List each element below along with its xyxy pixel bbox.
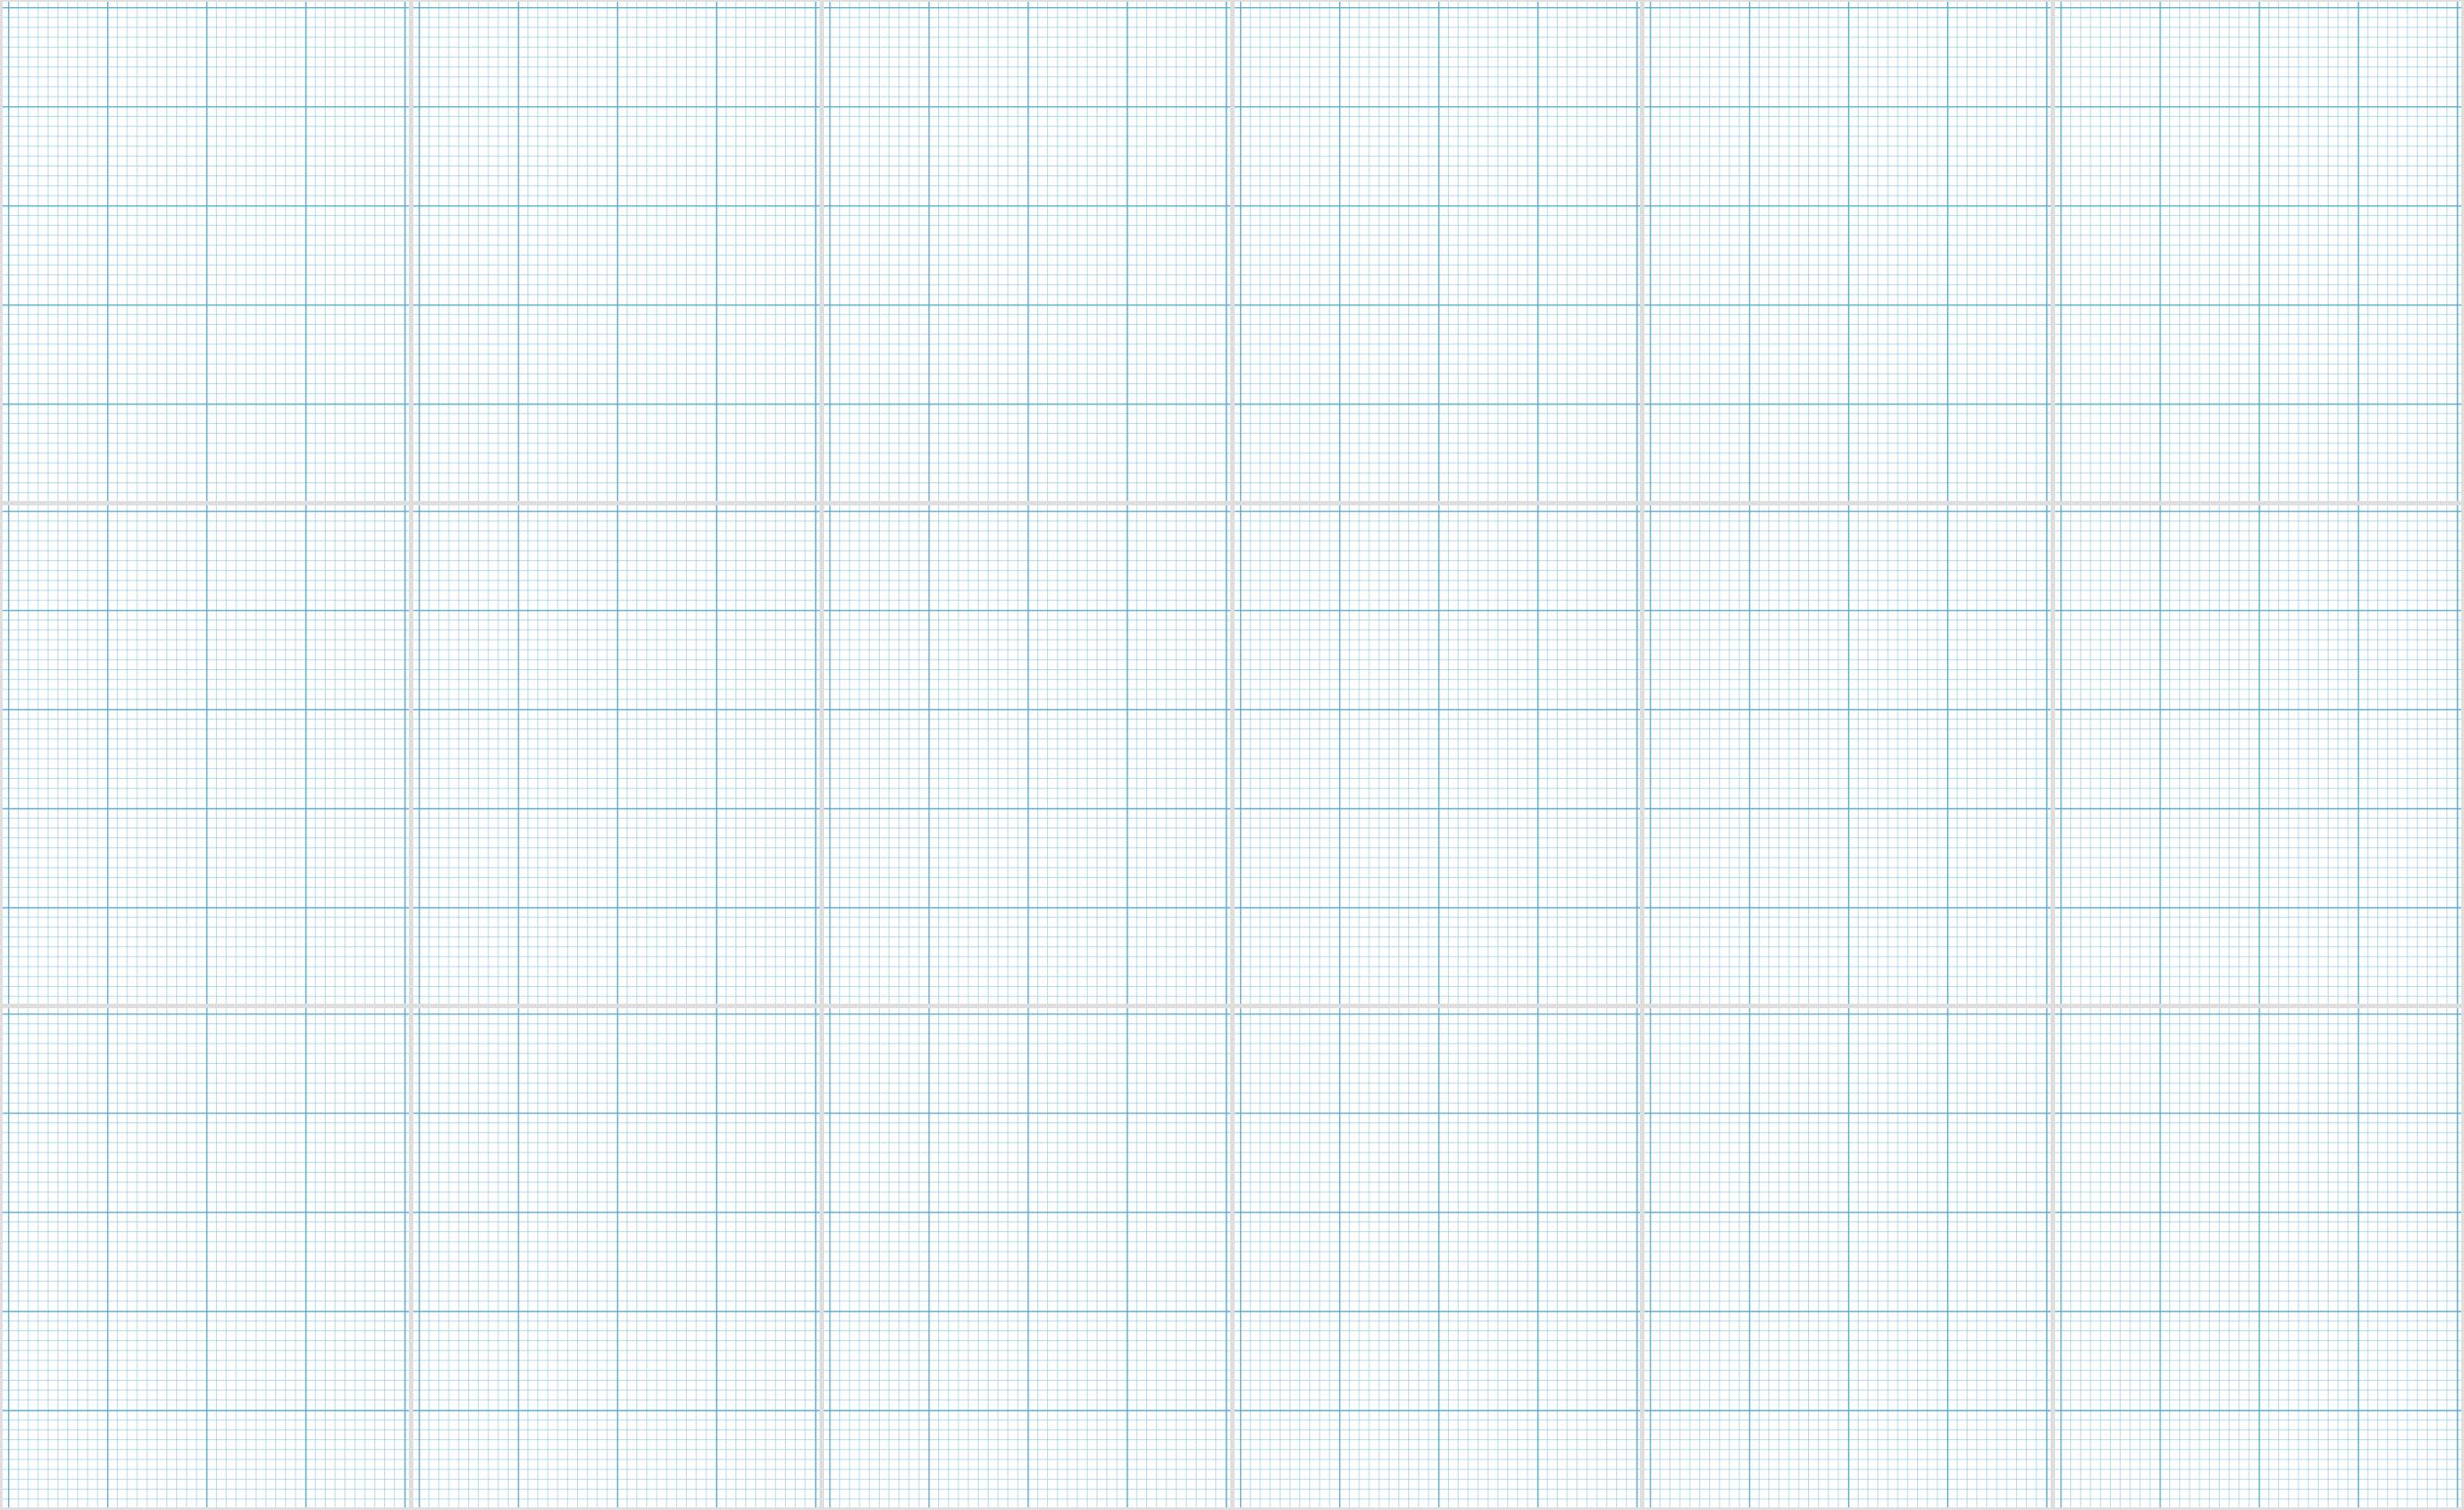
graph-paper-wall: [0, 0, 2464, 1510]
graph-paper-sheet: [2055, 505, 2461, 1005]
graph-paper-sheet: [1234, 2, 1641, 501]
graph-paper-sheet: [1234, 1008, 1641, 1507]
graph-paper-sheet: [1644, 1008, 2052, 1507]
graph-paper-sheet: [3, 2, 409, 501]
graph-paper-sheet: [1644, 2, 2052, 501]
graph-paper-sheet: [823, 2, 1230, 501]
graph-paper-sheet: [2055, 2, 2461, 501]
graph-paper-sheet: [3, 505, 409, 1005]
graph-paper-sheet: [1234, 505, 1641, 1005]
graph-paper-sheet: [412, 505, 820, 1005]
graph-paper-sheet: [412, 2, 820, 501]
graph-paper-sheet: [1644, 505, 2052, 1005]
graph-paper-sheet: [823, 1008, 1230, 1507]
graph-paper-sheet: [412, 1008, 820, 1507]
graph-paper-sheet: [3, 1008, 409, 1507]
graph-paper-sheet: [823, 505, 1230, 1005]
graph-paper-sheet: [2055, 1008, 2461, 1507]
